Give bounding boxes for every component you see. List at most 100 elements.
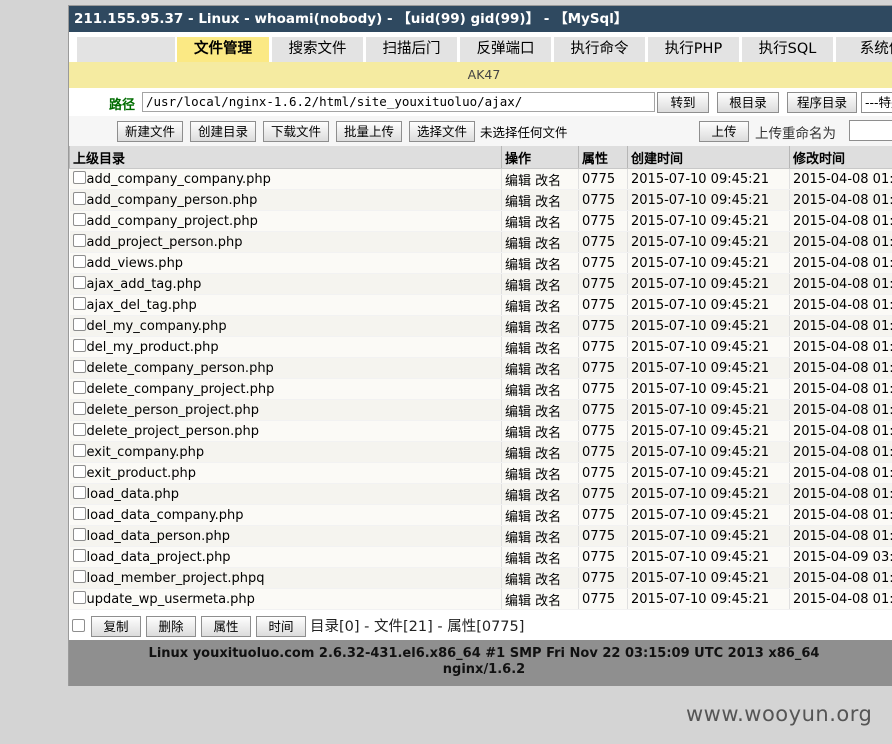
create-dir-button[interactable]: 创建目录 — [190, 121, 256, 142]
rename-link[interactable]: 改名 — [535, 237, 561, 252]
file-name-link[interactable]: add_views.php — [87, 256, 184, 271]
file-perm-link[interactable]: 0775 — [578, 315, 628, 337]
edit-link[interactable]: 编辑 — [505, 468, 531, 483]
file-ctime-link[interactable]: 2015-07-10 09:45:21 — [627, 567, 790, 589]
edit-link[interactable]: 编辑 — [505, 279, 531, 294]
file-name-link[interactable]: load_member_project.phpq — [87, 571, 265, 586]
edit-link[interactable]: 编辑 — [505, 384, 531, 399]
file-name-link[interactable]: exit_company.php — [87, 445, 205, 460]
tab-exec-command[interactable]: 执行命令 — [554, 37, 645, 62]
edit-link[interactable]: 编辑 — [505, 174, 531, 189]
file-ctime-link[interactable]: 2015-07-10 09:45:21 — [627, 504, 790, 526]
file-name-link[interactable]: delete_person_project.php — [87, 403, 260, 418]
rename-link[interactable]: 改名 — [535, 321, 561, 336]
tab-exec-php[interactable]: 执行PHP — [648, 37, 739, 62]
rename-link[interactable]: 改名 — [535, 552, 561, 567]
file-name-link[interactable]: load_data_project.php — [87, 550, 231, 565]
file-perm-link[interactable]: 0775 — [578, 273, 628, 295]
edit-link[interactable]: 编辑 — [505, 195, 531, 210]
file-ctime-link[interactable]: 2015-07-10 09:45:21 — [627, 210, 790, 232]
file-ctime-link[interactable]: 2015-07-10 09:45:21 — [627, 546, 790, 568]
file-perm-link[interactable]: 0775 — [578, 231, 628, 253]
parent-dir-link[interactable]: 上级目录 — [69, 146, 502, 169]
tab-reverse-port[interactable]: 反弹端口 — [460, 37, 551, 62]
edit-link[interactable]: 编辑 — [505, 300, 531, 315]
rename-link[interactable]: 改名 — [535, 258, 561, 273]
file-checkbox[interactable] — [72, 591, 86, 604]
rename-link[interactable]: 改名 — [535, 216, 561, 231]
file-checkbox[interactable] — [72, 528, 86, 541]
goto-button[interactable]: 转到 — [657, 92, 709, 113]
file-ctime-link[interactable]: 2015-07-10 09:45:21 — [627, 294, 790, 316]
rename-link[interactable]: 改名 — [535, 363, 561, 378]
rename-link[interactable]: 改名 — [535, 468, 561, 483]
file-checkbox[interactable] — [72, 402, 86, 415]
edit-link[interactable]: 编辑 — [505, 531, 531, 546]
file-ctime-link[interactable]: 2015-07-10 09:45:21 — [627, 273, 790, 295]
rename-link[interactable]: 改名 — [535, 300, 561, 315]
rename-link[interactable]: 改名 — [535, 594, 561, 609]
file-ctime-link[interactable]: 2015-07-10 09:45:21 — [627, 441, 790, 463]
attribute-button[interactable]: 属性 — [201, 616, 251, 637]
edit-link[interactable]: 编辑 — [505, 258, 531, 273]
file-name-link[interactable]: add_company_project.php — [87, 214, 258, 229]
file-name-link[interactable]: load_data_company.php — [87, 508, 244, 523]
select-all-checkbox[interactable] — [72, 619, 85, 632]
edit-link[interactable]: 编辑 — [505, 552, 531, 567]
file-ctime-link[interactable]: 2015-07-10 09:45:21 — [627, 483, 790, 505]
edit-link[interactable]: 编辑 — [505, 447, 531, 462]
path-input[interactable]: /usr/local/nginx-1.6.2/html/site_youxitu… — [142, 92, 655, 112]
file-name-link[interactable]: exit_product.php — [87, 466, 197, 481]
file-ctime-link[interactable]: 2015-07-10 09:45:21 — [627, 357, 790, 379]
copy-button[interactable]: 复制 — [91, 616, 141, 637]
file-perm-link[interactable]: 0775 — [578, 189, 628, 211]
rename-link[interactable]: 改名 — [535, 342, 561, 357]
file-checkbox[interactable] — [72, 549, 86, 562]
file-name-link[interactable]: delete_company_project.php — [87, 382, 275, 397]
upload-rename-input[interactable] — [849, 120, 892, 141]
file-perm-link[interactable]: 0775 — [578, 378, 628, 400]
file-checkbox[interactable] — [72, 570, 86, 583]
edit-link[interactable]: 编辑 — [505, 363, 531, 378]
file-checkbox[interactable] — [72, 213, 86, 226]
file-ctime-link[interactable]: 2015-07-10 09:45:21 — [627, 525, 790, 547]
rename-link[interactable]: 改名 — [535, 384, 561, 399]
file-ctime-link[interactable]: 2015-07-10 09:45:21 — [627, 252, 790, 274]
rename-link[interactable]: 改名 — [535, 489, 561, 504]
edit-link[interactable]: 编辑 — [505, 426, 531, 441]
file-name-link[interactable]: ajax_add_tag.php — [87, 277, 202, 292]
file-checkbox[interactable] — [72, 318, 86, 331]
file-ctime-link[interactable]: 2015-07-10 09:45:21 — [627, 231, 790, 253]
rename-link[interactable]: 改名 — [535, 405, 561, 420]
tab-system-info[interactable]: 系统信 — [836, 37, 892, 62]
file-name-link[interactable]: delete_project_person.php — [87, 424, 260, 439]
file-ctime-link[interactable]: 2015-07-10 09:45:21 — [627, 378, 790, 400]
rename-link[interactable]: 改名 — [535, 447, 561, 462]
edit-link[interactable]: 编辑 — [505, 237, 531, 252]
tab-exec-sql[interactable]: 执行SQL — [742, 37, 833, 62]
choose-file-button[interactable]: 选择文件 — [409, 121, 475, 142]
file-checkbox[interactable] — [72, 276, 86, 289]
file-checkbox[interactable] — [72, 381, 86, 394]
rename-link[interactable]: 改名 — [535, 195, 561, 210]
file-ctime-link[interactable]: 2015-07-10 09:45:21 — [627, 336, 790, 358]
file-perm-link[interactable]: 0775 — [578, 483, 628, 505]
file-name-link[interactable]: add_project_person.php — [87, 235, 243, 250]
edit-link[interactable]: 编辑 — [505, 216, 531, 231]
batch-upload-button[interactable]: 批量上传 — [336, 121, 402, 142]
file-perm-link[interactable]: 0775 — [578, 546, 628, 568]
file-checkbox[interactable] — [72, 339, 86, 352]
rename-link[interactable]: 改名 — [535, 174, 561, 189]
edit-link[interactable]: 编辑 — [505, 510, 531, 525]
file-perm-link[interactable]: 0775 — [578, 357, 628, 379]
file-perm-link[interactable]: 0775 — [578, 252, 628, 274]
file-ctime-link[interactable]: 2015-07-10 09:45:21 — [627, 588, 790, 610]
file-name-link[interactable]: load_data_person.php — [87, 529, 231, 544]
file-ctime-link[interactable]: 2015-07-10 09:45:21 — [627, 168, 790, 190]
file-name-link[interactable]: ajax_del_tag.php — [87, 298, 197, 313]
file-name-link[interactable]: add_company_company.php — [87, 172, 271, 187]
file-perm-link[interactable]: 0775 — [578, 336, 628, 358]
file-ctime-link[interactable]: 2015-07-10 09:45:21 — [627, 420, 790, 442]
upload-button[interactable]: 上传 — [699, 121, 749, 142]
rename-link[interactable]: 改名 — [535, 510, 561, 525]
